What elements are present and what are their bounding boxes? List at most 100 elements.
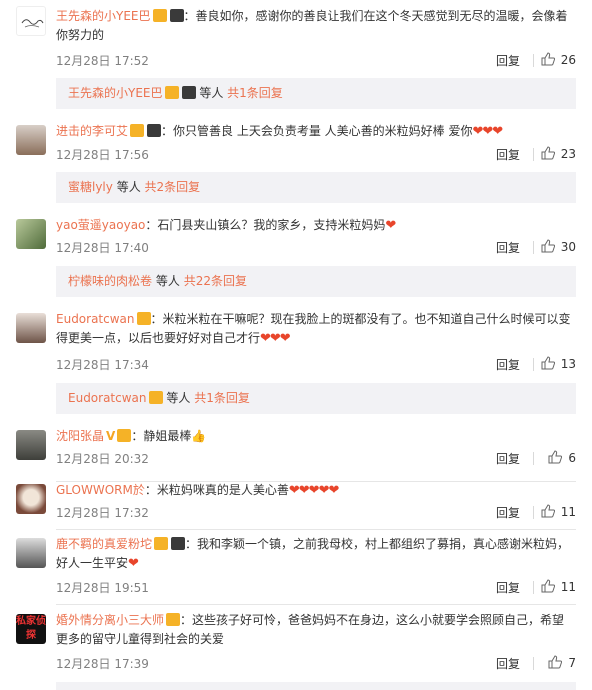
vip-badge-icon — [130, 124, 145, 137]
comment-username[interactable]: yao萤遥yaoyao — [56, 218, 145, 232]
vip-badge-icon — [152, 9, 167, 22]
thumbs-up-icon — [541, 52, 555, 66]
v-badge-icon: V — [106, 429, 116, 443]
like-button[interactable]: 23 — [541, 146, 576, 161]
thumbs-up-emoji: 👍 — [191, 429, 207, 443]
reply-button[interactable]: 回复 — [496, 579, 520, 596]
thread-user[interactable]: 柠檬味的肉松卷 — [68, 274, 152, 288]
heart-emoji: ❤❤❤ — [472, 124, 503, 139]
avatar[interactable] — [16, 125, 46, 155]
night-badge-icon — [171, 537, 186, 550]
reply-button[interactable]: 回复 — [496, 52, 520, 69]
vip-badge-icon — [154, 537, 169, 550]
thumbs-up-icon — [541, 504, 555, 518]
like-button[interactable]: 30 — [541, 239, 576, 254]
divider — [533, 241, 534, 254]
comment-username[interactable]: 婚外情分离小三大师 — [56, 613, 164, 627]
comment-username[interactable]: GLOWWORM於 — [56, 483, 145, 497]
like-button[interactable]: 7 — [548, 655, 576, 670]
avatar[interactable] — [16, 484, 46, 514]
thumbs-up-icon — [541, 146, 555, 160]
divider — [533, 54, 534, 67]
avatar[interactable] — [16, 430, 46, 460]
comment-username[interactable]: 进击的李可艾 — [56, 124, 128, 138]
comment-time: 12月28日 17:32 — [56, 506, 149, 520]
reply-button[interactable]: 回复 — [496, 239, 520, 256]
comment-time: 12月28日 17:40 — [56, 241, 149, 255]
comment-username[interactable]: 王先森的小YEE巴 — [56, 9, 151, 23]
vip-badge-icon — [166, 613, 181, 626]
like-button[interactable]: 13 — [541, 356, 576, 371]
thumbs-up-icon — [541, 579, 555, 593]
thread-count-link[interactable]: 共2条回复 — [145, 180, 201, 194]
thread-user[interactable]: 蜜糖lyly — [68, 180, 113, 194]
comment-text: ：米粒妈咪真的是人美心善 — [144, 483, 289, 497]
avatar[interactable] — [16, 219, 46, 249]
comment-time: 12月28日 17:34 — [56, 358, 149, 372]
reply-button[interactable]: 回复 — [496, 450, 520, 467]
vip-badge-icon — [164, 86, 179, 99]
comment-username[interactable]: 鹿不羁的真爱粉坨 — [56, 537, 152, 551]
thread-count-link[interactable]: 共22条回复 — [184, 274, 247, 288]
thread-middle: 等人 — [166, 391, 191, 405]
divider — [56, 529, 576, 530]
divider — [533, 657, 534, 670]
comment-text: ：石门县夹山镇么？我的家乡，支持米粒妈妈 — [145, 218, 386, 232]
comment-time: 12月28日 17:56 — [56, 148, 149, 162]
reply-button[interactable]: 回复 — [496, 356, 520, 373]
thread-count-link[interactable]: 共1条回复 — [227, 86, 283, 100]
like-button[interactable]: 6 — [548, 450, 576, 465]
reply-thread-bar[interactable]: 王先森的小YEE巴 等人 共1条回复 — [56, 78, 576, 109]
comment-username[interactable]: 沈阳张晶 — [56, 429, 104, 443]
heart-emoji: ❤❤❤❤❤ — [288, 483, 339, 498]
thread-middle: 等人 — [116, 180, 141, 194]
thumbs-up-icon — [541, 356, 555, 370]
night-badge-icon — [181, 86, 196, 99]
like-count: 11 — [560, 505, 576, 519]
thumbs-up-icon — [541, 239, 555, 253]
reply-button[interactable]: 回复 — [496, 504, 520, 521]
comment-text: ：你只管善良 上天会负责考量 人美心善的米粒妈好棒 爱你 — [161, 124, 473, 138]
comment-time: 12月28日 17:52 — [56, 54, 149, 68]
comment-username[interactable]: Eudoratcwan — [56, 312, 135, 326]
thread-user[interactable]: 王先森的小YEE巴 — [68, 86, 163, 100]
divider — [533, 452, 534, 465]
divider — [533, 148, 534, 161]
like-button[interactable]: 26 — [541, 52, 576, 67]
vip-badge-icon — [117, 429, 132, 442]
thread-middle: 等人 — [199, 86, 224, 100]
thread-count-link[interactable]: 共1条回复 — [194, 391, 250, 405]
night-badge-icon — [169, 9, 184, 22]
like-button[interactable]: 11 — [541, 579, 576, 594]
thread-user[interactable]: Eudoratcwan — [68, 391, 147, 405]
thread-middle: 等人 — [155, 274, 180, 288]
avatar[interactable]: 私家侦探 — [16, 614, 46, 644]
divider — [56, 604, 576, 605]
like-button[interactable]: 11 — [541, 504, 576, 519]
thumbs-up-icon — [548, 450, 563, 464]
comment-time: 12月28日 20:32 — [56, 452, 149, 466]
vip-badge-icon — [136, 312, 151, 325]
thumbs-up-icon — [548, 655, 563, 669]
comment-text: ：静姐最棒 — [131, 429, 192, 443]
reply-thread-bar[interactable]: Eudoratcwan 等人 共1条回复 — [56, 383, 576, 414]
avatar[interactable] — [16, 538, 46, 568]
reply-button[interactable]: 回复 — [496, 146, 520, 163]
reply-thread-bar-partial — [56, 682, 576, 690]
vip-badge-icon — [148, 391, 163, 404]
avatar[interactable] — [16, 6, 46, 36]
avatar[interactable] — [16, 313, 46, 343]
reply-thread-bar[interactable]: 蜜糖lyly 等人 共2条回复 — [56, 172, 576, 203]
reply-button[interactable]: 回复 — [496, 655, 520, 672]
avatar-logo-text: 私家侦探 — [16, 616, 46, 641]
comment-time: 12月28日 17:39 — [56, 657, 149, 671]
like-count: 6 — [568, 451, 576, 465]
like-count: 30 — [560, 240, 576, 254]
like-count: 13 — [560, 357, 576, 371]
like-count: 11 — [560, 580, 576, 594]
divider — [533, 506, 534, 519]
like-count: 7 — [568, 656, 576, 670]
heart-emoji: ❤ — [128, 556, 139, 571]
divider — [533, 581, 534, 594]
reply-thread-bar[interactable]: 柠檬味的肉松卷 等人 共22条回复 — [56, 266, 576, 297]
